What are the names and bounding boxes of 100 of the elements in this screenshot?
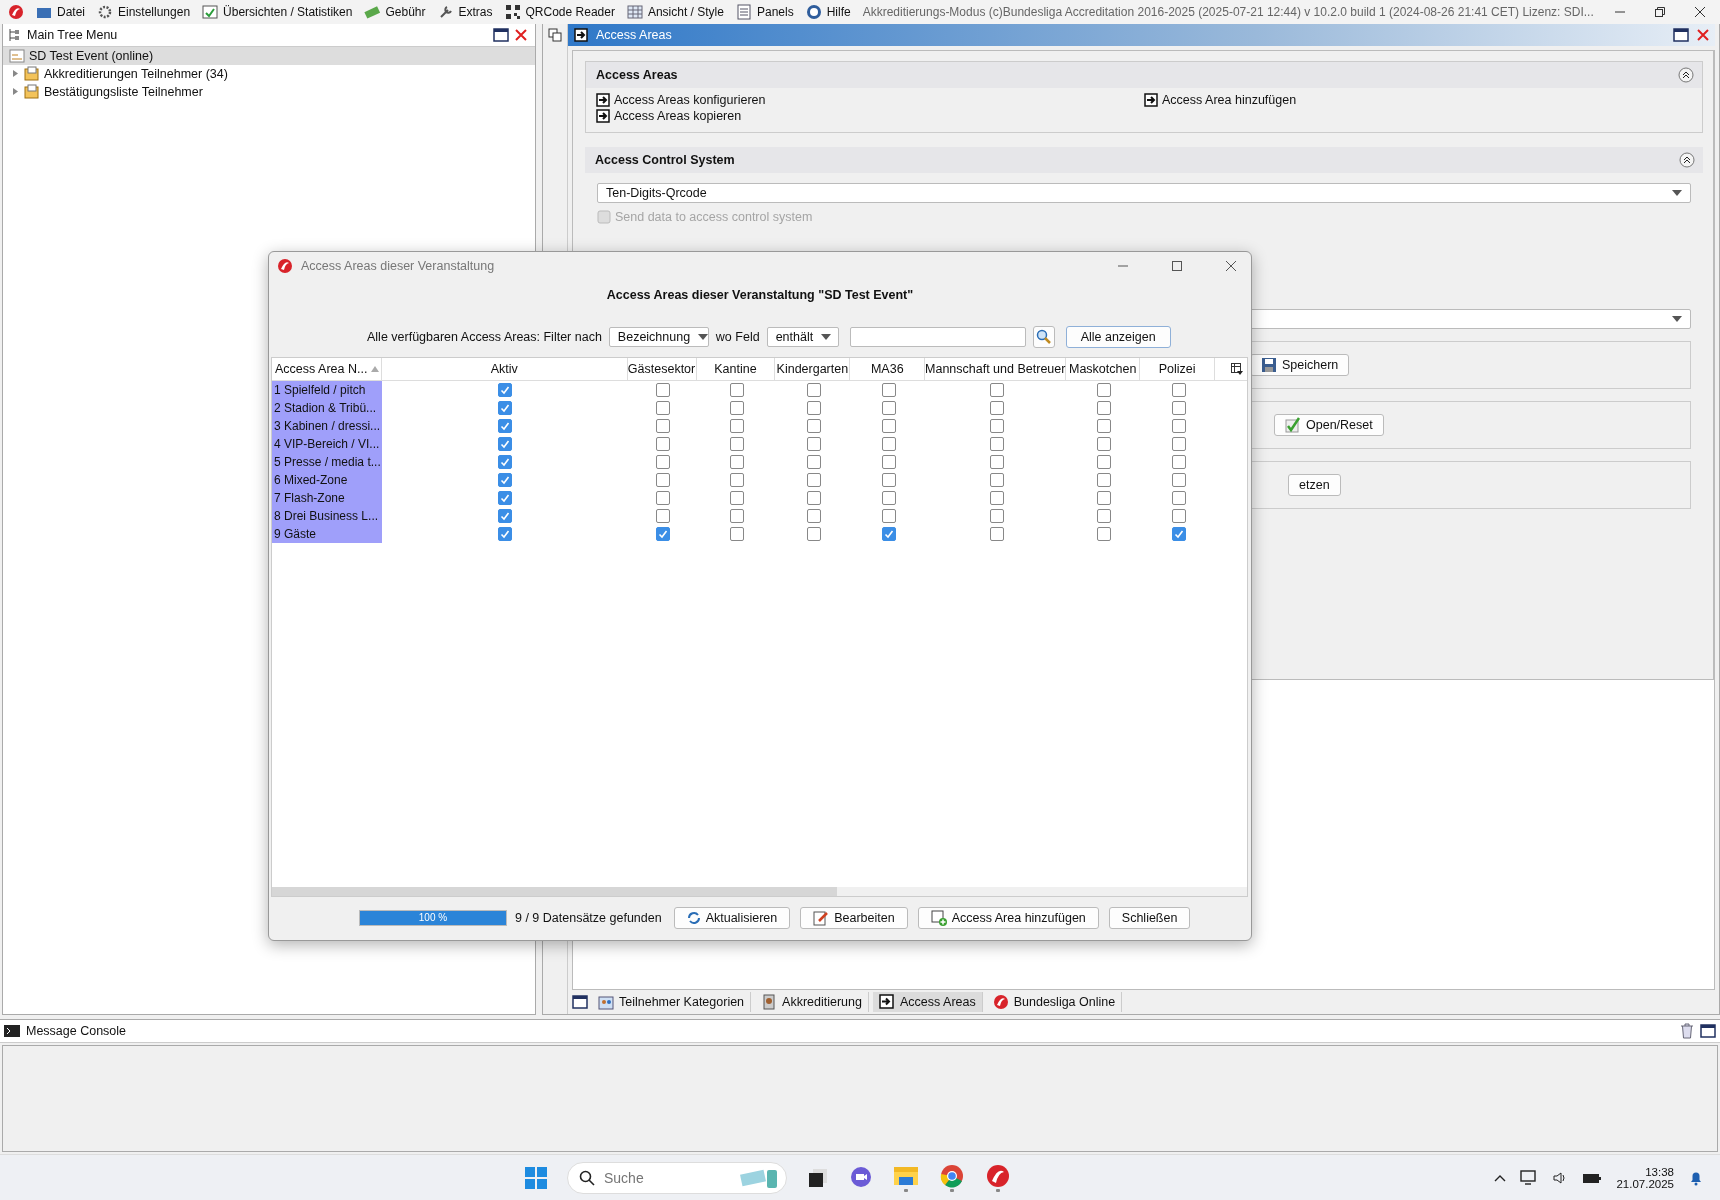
checkbox[interactable] bbox=[989, 382, 1004, 397]
checkbox[interactable] bbox=[806, 400, 821, 415]
panel-tab[interactable]: Akkreditierung bbox=[755, 992, 869, 1013]
checkbox[interactable] bbox=[1097, 508, 1111, 523]
checkbox[interactable] bbox=[1097, 400, 1111, 415]
checkbox[interactable] bbox=[1171, 436, 1186, 451]
network-icon[interactable] bbox=[1520, 1169, 1539, 1186]
column-header[interactable]: Access Area N... bbox=[272, 357, 382, 380]
checkbox[interactable] bbox=[881, 418, 896, 433]
browser-icon[interactable] bbox=[939, 1163, 965, 1192]
add-button[interactable]: Access Area hinzufügen bbox=[917, 907, 1099, 930]
action-link[interactable]: Access Areas kopieren bbox=[596, 107, 1144, 124]
checkbox[interactable] bbox=[881, 526, 896, 541]
checkbox[interactable] bbox=[806, 508, 821, 523]
checkbox[interactable] bbox=[1097, 382, 1111, 397]
checkbox[interactable] bbox=[1171, 526, 1186, 541]
checkbox[interactable] bbox=[655, 436, 670, 451]
close-icon[interactable] bbox=[1225, 259, 1237, 272]
checkbox[interactable] bbox=[655, 454, 670, 469]
checkbox[interactable] bbox=[989, 526, 1004, 541]
checkbox[interactable] bbox=[989, 472, 1004, 487]
checkbox[interactable] bbox=[1097, 436, 1111, 451]
checkbox[interactable] bbox=[655, 472, 670, 487]
column-header[interactable]: Mannschaft und Betreuer bbox=[925, 357, 1067, 380]
action-link[interactable]: Access Area hinzufügen bbox=[1144, 91, 1692, 108]
column-header[interactable]: Gästesektor bbox=[627, 357, 697, 380]
checkbox[interactable] bbox=[806, 382, 821, 397]
close-icon[interactable] bbox=[1694, 5, 1706, 18]
filter-field-dropdown[interactable]: Bezeichnung bbox=[608, 326, 709, 347]
checkbox[interactable] bbox=[881, 490, 896, 505]
action-link[interactable]: Access Areas konfigurieren bbox=[596, 91, 1144, 108]
checkbox[interactable] bbox=[1097, 454, 1111, 469]
edit-button[interactable]: Bearbeiten bbox=[800, 907, 908, 930]
panel-tab[interactable]: Teilnehmer Kategorien bbox=[592, 992, 752, 1013]
maximize-icon[interactable] bbox=[1673, 27, 1689, 42]
column-chooser-icon[interactable] bbox=[1231, 362, 1243, 375]
search-field[interactable] bbox=[849, 326, 1026, 347]
app-logo-icon[interactable] bbox=[8, 3, 24, 20]
checkbox[interactable] bbox=[806, 490, 821, 505]
checkbox[interactable] bbox=[989, 508, 1004, 523]
window-icon[interactable] bbox=[572, 995, 588, 1010]
menu-item[interactable]: Extras bbox=[437, 3, 493, 20]
menu-item[interactable]: Hilfe bbox=[805, 3, 851, 20]
checkbox[interactable] bbox=[498, 382, 512, 397]
checkbox[interactable] bbox=[498, 526, 512, 541]
refresh-button[interactable]: Aktualisieren bbox=[673, 907, 791, 930]
system-dropdown[interactable]: Ten-Digits-Qrcode bbox=[597, 182, 1691, 203]
windows-icon[interactable] bbox=[548, 27, 562, 42]
checkbox[interactable] bbox=[1171, 418, 1186, 433]
checkbox[interactable] bbox=[729, 436, 744, 451]
menu-item[interactable]: Panels bbox=[735, 3, 794, 20]
checkbox[interactable] bbox=[729, 490, 744, 505]
checkbox[interactable] bbox=[1097, 472, 1111, 487]
chevron-up-icon[interactable] bbox=[1494, 1173, 1507, 1182]
app-logo-icon[interactable] bbox=[985, 1163, 1011, 1192]
checkbox[interactable] bbox=[729, 382, 744, 397]
close-button[interactable]: Schließen bbox=[1108, 907, 1191, 930]
checkbox[interactable] bbox=[881, 472, 896, 487]
checkbox[interactable] bbox=[655, 526, 670, 541]
checkbox[interactable] bbox=[498, 490, 512, 505]
collapse-icon[interactable] bbox=[1679, 151, 1695, 168]
start-icon[interactable] bbox=[525, 1166, 547, 1189]
checkbox[interactable] bbox=[1097, 490, 1111, 505]
checkbox[interactable] bbox=[1171, 454, 1186, 469]
checkbox[interactable] bbox=[1171, 490, 1186, 505]
checkbox[interactable] bbox=[881, 454, 896, 469]
reset-button[interactable]: etzen bbox=[1288, 473, 1341, 496]
checkbox[interactable] bbox=[806, 472, 821, 487]
menu-item[interactable]: Datei bbox=[36, 3, 85, 20]
checkbox[interactable] bbox=[655, 418, 670, 433]
checkbox[interactable] bbox=[1171, 508, 1186, 523]
checkbox[interactable] bbox=[498, 454, 512, 469]
column-header[interactable]: Kantine bbox=[696, 357, 776, 380]
menu-item[interactable]: Gebühr bbox=[364, 3, 426, 20]
checkbox[interactable] bbox=[655, 490, 670, 505]
checkbox[interactable] bbox=[1171, 472, 1186, 487]
checkbox[interactable] bbox=[881, 400, 896, 415]
checkbox[interactable] bbox=[655, 400, 670, 415]
checkbox[interactable] bbox=[729, 418, 744, 433]
save-button[interactable]: Speichern bbox=[1250, 353, 1350, 376]
collapse-icon[interactable] bbox=[1678, 66, 1694, 83]
checkbox[interactable] bbox=[729, 508, 744, 523]
checkbox[interactable] bbox=[498, 418, 512, 433]
search-button[interactable] bbox=[1032, 325, 1055, 348]
task-view-icon[interactable] bbox=[807, 1166, 829, 1189]
column-header[interactable]: MA36 bbox=[850, 357, 926, 380]
checkbox[interactable] bbox=[989, 418, 1004, 433]
checkbox[interactable] bbox=[806, 454, 821, 469]
checkbox[interactable] bbox=[729, 454, 744, 469]
checkbox[interactable] bbox=[655, 382, 670, 397]
checkbox[interactable] bbox=[881, 508, 896, 523]
checkbox[interactable] bbox=[989, 454, 1004, 469]
checkbox[interactable] bbox=[729, 472, 744, 487]
checkbox[interactable] bbox=[806, 526, 821, 541]
checkbox[interactable] bbox=[1097, 526, 1111, 541]
menu-item[interactable]: Einstellungen bbox=[97, 3, 191, 20]
menu-item[interactable]: Übersichten / Statistiken bbox=[202, 3, 353, 20]
chat-icon[interactable] bbox=[849, 1165, 873, 1190]
menu-item[interactable]: Ansicht / Style bbox=[626, 3, 724, 20]
trash-icon[interactable] bbox=[1680, 1023, 1694, 1040]
